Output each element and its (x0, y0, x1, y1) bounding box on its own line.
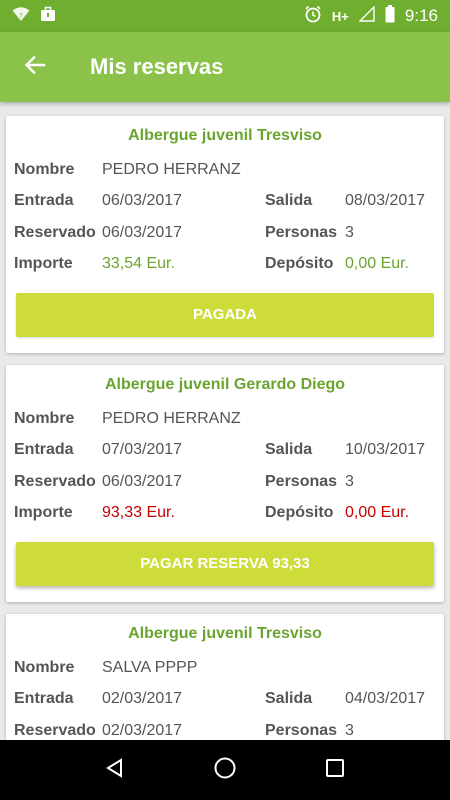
reservado-row: Reservado 06/03/2017 Personas 3 (14, 466, 436, 498)
pay-reservation-button[interactable]: PAGAR RESERVA 93,33 (16, 542, 434, 586)
reservado-value: 06/03/2017 (102, 472, 183, 490)
salida-label: Salida (265, 441, 313, 459)
nombre-value: PEDRO HERRANZ (102, 160, 241, 178)
reservado-label: Reservado (14, 472, 96, 490)
circle-home-icon (213, 756, 237, 785)
deposito-label: Depósito (265, 255, 334, 273)
network-type-label: H+ (331, 8, 349, 24)
salida-value: 08/03/2017 (345, 192, 426, 210)
home-nav-button[interactable] (205, 750, 245, 790)
reservation-card: Albergue juvenil Gerardo Diego Nombre PE… (6, 365, 444, 602)
briefcase-icon (40, 6, 56, 27)
dates-row: Entrada 02/03/2017 Salida 04/03/2017 (14, 684, 436, 716)
reservation-card: Albergue juvenil Tresviso Nombre PEDRO H… (6, 116, 444, 353)
status-bar: ? H+ 9:16 (0, 0, 450, 32)
arrow-back-icon (24, 54, 46, 81)
navigation-bar (0, 740, 450, 800)
wifi-icon: ? (12, 6, 30, 27)
salida-value: 10/03/2017 (345, 441, 426, 459)
personas-value: 3 (345, 721, 354, 739)
nombre-label: Nombre (14, 409, 75, 427)
salida-value: 04/03/2017 (345, 690, 426, 708)
importe-label: Importe (14, 255, 73, 273)
hostel-name: Albergue juvenil Gerardo Diego (104, 376, 346, 393)
reservado-label: Reservado (14, 721, 96, 739)
pagada-button[interactable]: PAGADA (16, 293, 434, 337)
nombre-row: Nombre PEDRO HERRANZ (14, 403, 436, 435)
svg-text:?: ? (19, 12, 23, 20)
reservado-label: Reservado (14, 223, 96, 241)
importe-row: Importe 93,33 Eur. Depósito 0,00 Eur. (14, 498, 436, 530)
alarm-icon (304, 5, 322, 28)
reservado-row: Reservado 06/03/2017 Personas 3 (14, 217, 436, 249)
importe-value: 93,33 Eur. (102, 504, 175, 522)
nombre-value: SALVA PPPP (102, 658, 198, 676)
square-recents-icon (325, 758, 345, 783)
hostel-name: Albergue juvenil Tresviso (128, 625, 322, 642)
back-button[interactable] (0, 32, 70, 102)
importe-value: 33,54 Eur. (102, 255, 175, 273)
importe-row: Importe 33,54 Eur. Depósito 0,00 Eur. (14, 249, 436, 281)
nombre-label: Nombre (14, 160, 75, 178)
reservation-card: Albergue juvenil Tresviso Nombre SALVA P… (6, 614, 444, 740)
entrada-label: Entrada (14, 192, 74, 210)
personas-value: 3 (345, 472, 354, 490)
nombre-row: Nombre SALVA PPPP (14, 652, 436, 684)
entrada-value: 07/03/2017 (102, 441, 183, 459)
nombre-label: Nombre (14, 658, 75, 676)
reservado-row: Reservado 02/03/2017 Personas 3 (14, 715, 436, 740)
triangle-back-icon (104, 757, 126, 784)
clock-time: 9:16 (404, 6, 438, 25)
importe-label: Importe (14, 504, 73, 522)
entrada-value: 06/03/2017 (102, 192, 183, 210)
deposito-value: 0,00 Eur. (345, 255, 410, 273)
personas-label: Personas (265, 721, 338, 739)
nombre-value: PEDRO HERRANZ (102, 409, 241, 427)
reservado-value: 02/03/2017 (102, 721, 183, 739)
reservations-list[interactable]: Albergue juvenil Tresviso Nombre PEDRO H… (0, 102, 450, 740)
entrada-label: Entrada (14, 441, 74, 459)
dates-row: Entrada 06/03/2017 Salida 08/03/2017 (14, 186, 436, 218)
hostel-name: Albergue juvenil Tresviso (128, 127, 322, 144)
salida-label: Salida (265, 690, 313, 708)
personas-label: Personas (265, 472, 338, 490)
signal-icon (358, 4, 375, 27)
entrada-label: Entrada (14, 690, 74, 708)
back-nav-button[interactable] (95, 750, 135, 790)
dates-row: Entrada 07/03/2017 Salida 10/03/2017 (14, 435, 436, 467)
page-title: Mis reservas (90, 54, 224, 79)
recents-nav-button[interactable] (315, 750, 355, 790)
nombre-row: Nombre PEDRO HERRANZ (14, 154, 436, 186)
personas-label: Personas (265, 223, 338, 241)
personas-value: 3 (345, 223, 354, 241)
deposito-value: 0,00 Eur. (345, 504, 410, 522)
salida-label: Salida (265, 192, 313, 210)
deposito-label: Depósito (265, 504, 334, 522)
reservado-value: 06/03/2017 (102, 223, 183, 241)
app-bar: Mis reservas (0, 32, 450, 102)
entrada-value: 02/03/2017 (102, 690, 183, 708)
battery-icon (385, 4, 395, 28)
